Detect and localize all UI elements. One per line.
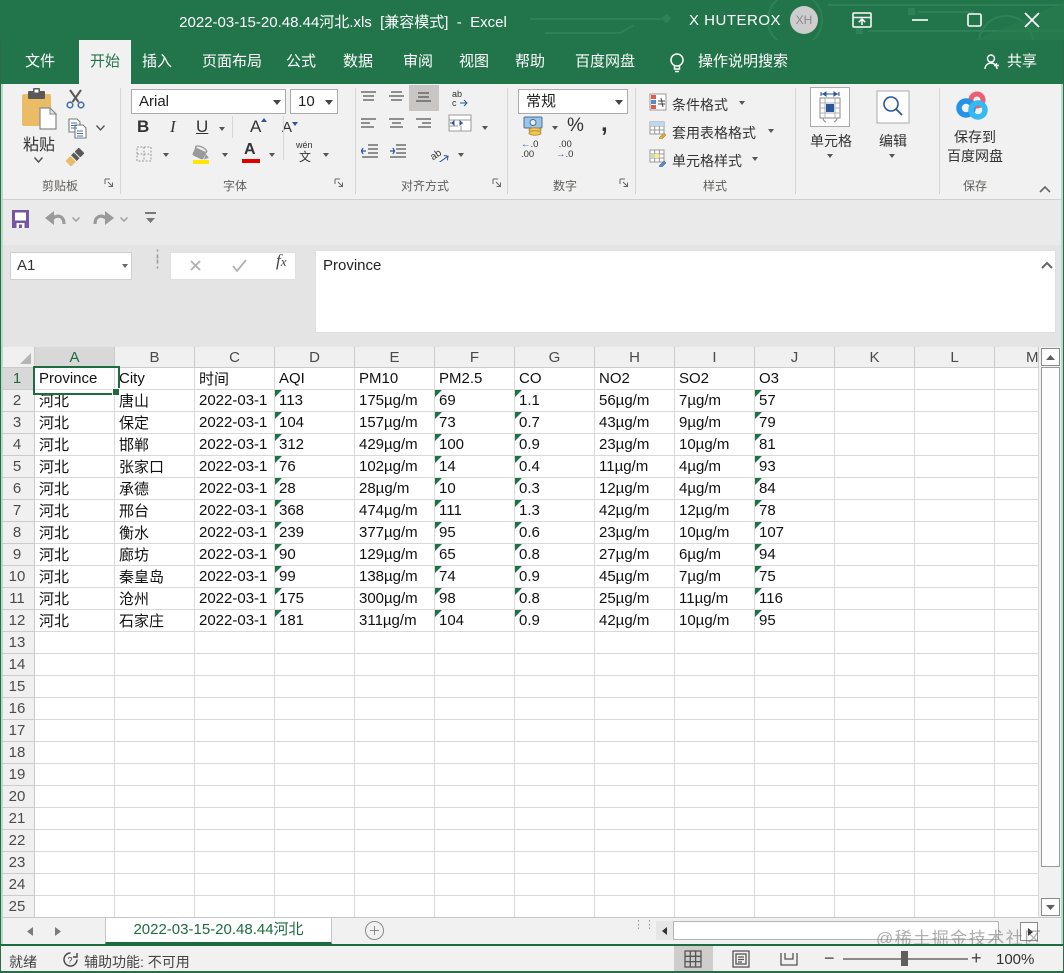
svg-text:?: ? (68, 956, 73, 966)
svg-text:c: c (452, 98, 457, 107)
